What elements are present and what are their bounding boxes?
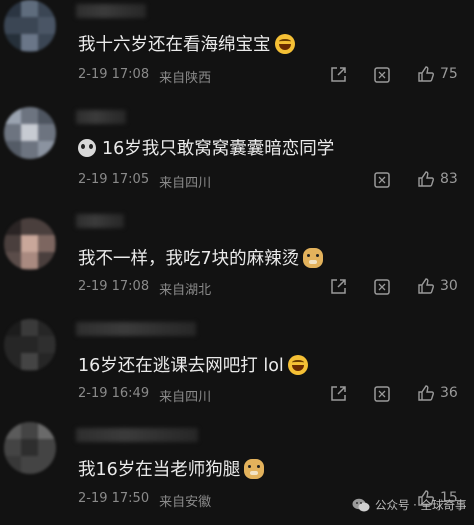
watermark: 公众号 · 全球奇事	[352, 497, 466, 513]
comment-icon[interactable]	[372, 65, 392, 85]
comment-text-content: 16岁我只敢窝窝囊囊暗恋同学	[102, 139, 335, 159]
comment-text-content: 我不一样，我吃7块的麻辣烫	[78, 249, 300, 269]
like-count: 83	[440, 171, 458, 187]
comment-date: 2-19 17:08	[78, 67, 150, 82]
comment-date: 2-19 17:50	[78, 491, 150, 506]
comment-meta: 2-19 17:08 来自陕西	[78, 67, 211, 86]
thumbs-up-icon[interactable]	[416, 169, 436, 189]
comment-date: 2-19 16:49	[78, 386, 150, 401]
avatar[interactable]	[4, 422, 56, 474]
comment-icon[interactable]	[372, 170, 392, 190]
share-icon[interactable]	[328, 65, 348, 85]
comment-text: 16岁还在逃课去网吧打 lol	[78, 352, 308, 377]
watermark-label: 公众号 · 全球奇事	[375, 498, 467, 512]
comment-text-content: 我16岁在当老师狗腿	[78, 460, 241, 480]
comment-location: 来自四川	[159, 390, 212, 405]
username-redacted	[76, 214, 124, 228]
comment-text: 16岁我只敢窝窝囊囊暗恋同学	[78, 135, 334, 160]
comment-text-content: 16岁还在逃课去网吧打 lol	[78, 356, 284, 376]
username-redacted	[76, 110, 126, 124]
comment-location: 来自安徽	[159, 495, 212, 510]
username-redacted	[76, 322, 196, 336]
comment-text-content: 我十六岁还在看海绵宝宝	[78, 35, 271, 55]
username-redacted	[76, 4, 146, 18]
comment-date: 2-19 17:05	[78, 172, 150, 187]
comment-text: 我十六岁还在看海绵宝宝	[78, 31, 295, 56]
comment-item: 16岁还在逃课去网吧打 lol 2-19 16:49 来自四川 36	[0, 315, 474, 420]
sad-face-icon	[78, 138, 96, 157]
avatar[interactable]	[4, 218, 56, 270]
comment-location: 来自陕西	[159, 71, 212, 86]
avatar[interactable]	[4, 107, 56, 159]
comment-icon[interactable]	[372, 277, 392, 297]
comment-icon[interactable]	[372, 384, 392, 404]
laughing-tears-icon	[274, 33, 295, 54]
comment-text: 我不一样，我吃7块的麻辣烫	[78, 245, 324, 270]
share-icon[interactable]	[328, 277, 348, 297]
thumbs-up-icon[interactable]	[416, 64, 436, 84]
comment-meta: 2-19 16:49 来自四川	[78, 386, 211, 405]
comment-location: 来自湖北	[159, 283, 212, 298]
doge-icon	[303, 247, 324, 268]
comment-item: 16岁我只敢窝窝囊囊暗恋同学 2-19 17:05 来自四川 83	[0, 105, 474, 210]
avatar[interactable]	[4, 319, 56, 371]
comment-text: 我16岁在当老师狗腿	[78, 456, 265, 481]
doge-icon	[244, 458, 265, 479]
comment-location: 来自四川	[159, 176, 212, 191]
avatar[interactable]	[4, 0, 56, 52]
thumbs-up-icon[interactable]	[416, 383, 436, 403]
laughing-tears-icon	[287, 354, 308, 375]
comment-meta: 2-19 17:50 来自安徽	[78, 491, 211, 510]
comment-item: 我十六岁还在看海绵宝宝 2-19 17:08 来自陕西 75	[0, 0, 474, 105]
share-icon[interactable]	[328, 384, 348, 404]
wechat-icon	[352, 498, 370, 511]
comment-date: 2-19 17:08	[78, 279, 150, 294]
like-count: 30	[440, 278, 458, 294]
like-count: 36	[440, 385, 458, 401]
like-count: 75	[440, 66, 458, 82]
thumbs-up-icon[interactable]	[416, 276, 436, 296]
comment-meta: 2-19 17:08 来自湖北	[78, 279, 211, 298]
username-redacted	[76, 428, 198, 442]
comment-item: 我不一样，我吃7块的麻辣烫 2-19 17:08 来自湖北 30	[0, 210, 474, 315]
comment-meta: 2-19 17:05 来自四川	[78, 172, 211, 191]
